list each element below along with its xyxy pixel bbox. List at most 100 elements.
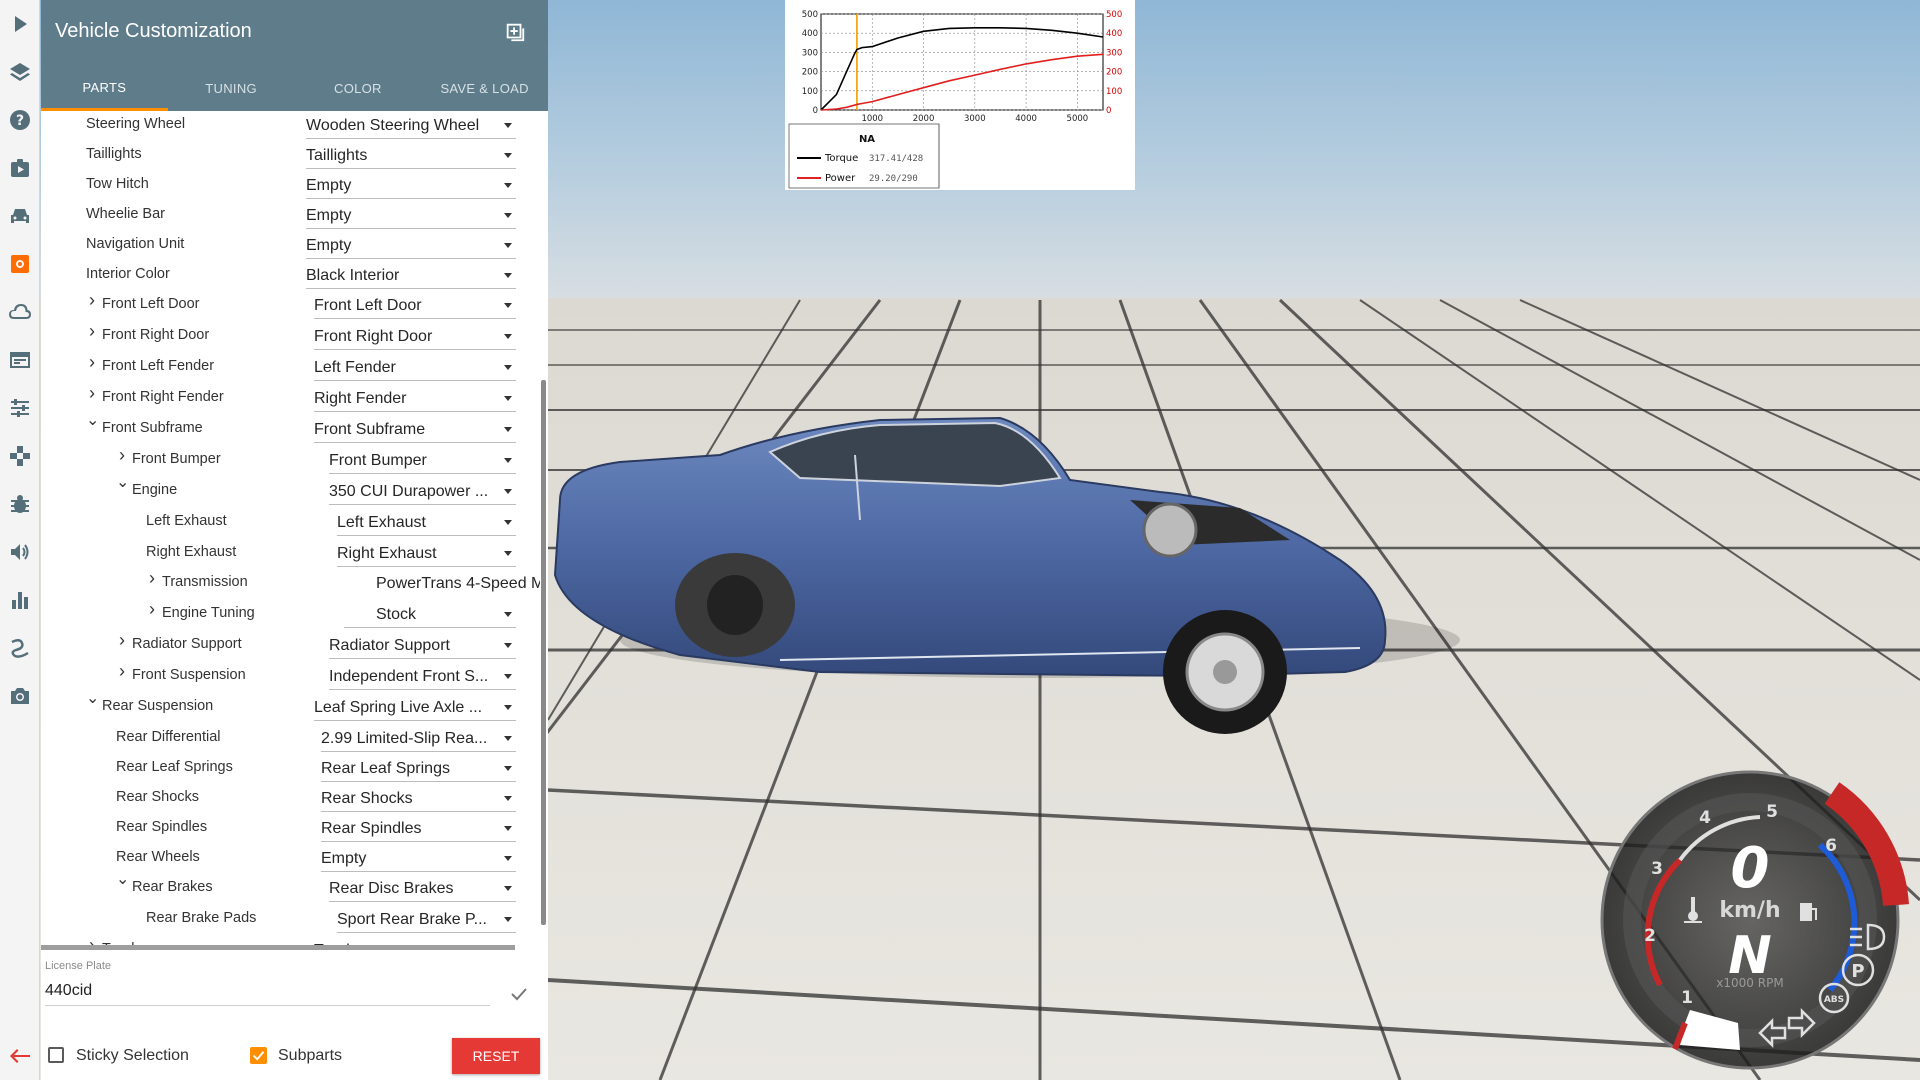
part-row-rear-spindles[interactable]: Rear Spindles Rear Spindles: [41, 814, 540, 844]
expand-chevron-icon[interactable]: ›: [86, 291, 98, 309]
sticky-selection-checkbox[interactable]: [48, 1047, 64, 1063]
part-row-taillights[interactable]: Taillights Taillights: [41, 141, 540, 171]
part-row-engine-tuning[interactable]: › Engine Tuning Stock: [41, 600, 540, 630]
volume-icon[interactable]: [0, 532, 40, 572]
browser-icon[interactable]: [0, 340, 40, 380]
tab-save-load[interactable]: SAVE & LOAD: [421, 66, 548, 111]
part-row-front-right-fender[interactable]: › Front Right Fender Right Fender: [41, 384, 540, 414]
expand-chevron-icon[interactable]: ›: [86, 353, 98, 371]
part-name: Rear Brakes: [132, 879, 213, 895]
part-row-rear-brakes[interactable]: ⌄ Rear Brakes Rear Disc Brakes: [41, 872, 540, 904]
part-row-front-suspension[interactable]: › Front Suspension Independent Front S...: [41, 662, 540, 692]
part-select[interactable]: Independent Front S...: [329, 664, 516, 690]
expand-chevron-icon[interactable]: ›: [116, 662, 128, 680]
part-select[interactable]: Empty: [321, 846, 516, 872]
expand-chevron-icon[interactable]: ›: [116, 446, 128, 464]
collapse-chevron-icon[interactable]: ⌄: [86, 691, 99, 707]
part-select[interactable]: PowerTrans 4-Speed M: [344, 571, 540, 597]
part-select[interactable]: Wooden Steering Wheel: [306, 113, 516, 139]
part-select[interactable]: Leaf Spring Live Axle ...: [314, 695, 516, 721]
apply-check-icon[interactable]: [507, 982, 531, 1006]
part-row-right-exhaust[interactable]: Right Exhaust Right Exhaust: [41, 539, 540, 569]
tab-color[interactable]: COLOR: [295, 66, 422, 111]
part-row-front-left-door[interactable]: › Front Left Door Front Left Door: [41, 291, 540, 321]
help-icon[interactable]: ?: [0, 100, 40, 140]
part-select[interactable]: Rear Disc Brakes: [329, 876, 516, 902]
back-arrow-icon[interactable]: [0, 1036, 40, 1076]
license-plate-input[interactable]: 440cid: [45, 978, 490, 1006]
tab-tuning[interactable]: TUNING: [168, 66, 295, 111]
part-select[interactable]: Empty: [306, 233, 516, 259]
part-row-navigation-unit[interactable]: Navigation Unit Empty: [41, 231, 540, 261]
tune-icon[interactable]: [0, 388, 40, 428]
bug-icon[interactable]: [0, 484, 40, 524]
part-select[interactable]: Radiator Support: [329, 633, 516, 659]
part-row-front-bumper[interactable]: › Front Bumper Front Bumper: [41, 446, 540, 476]
part-select[interactable]: Front Bumper: [329, 448, 516, 474]
part-select-value: 350 CUI Durapower ...: [329, 483, 489, 500]
part-row-engine[interactable]: ⌄ Engine 350 CUI Durapower ...: [41, 475, 540, 507]
part-row-rear-shocks[interactable]: Rear Shocks Rear Shocks: [41, 784, 540, 814]
layers-icon[interactable]: [0, 52, 40, 92]
part-row-left-exhaust[interactable]: Left Exhaust Left Exhaust: [41, 508, 540, 538]
part-row-radiator-support[interactable]: › Radiator Support Radiator Support: [41, 631, 540, 661]
part-select-value: Independent Front S...: [329, 668, 489, 685]
collapse-chevron-icon[interactable]: ⌄: [86, 413, 99, 429]
vehicle-icon[interactable]: [0, 196, 40, 236]
part-row-rear-leaf-springs[interactable]: Rear Leaf Springs Rear Leaf Springs: [41, 754, 540, 784]
add-window-icon[interactable]: [501, 18, 529, 46]
reset-button[interactable]: RESET: [452, 1038, 540, 1074]
stats-icon[interactable]: [0, 580, 40, 620]
part-select[interactable]: Sport Rear Brake P...: [337, 907, 516, 933]
part-select[interactable]: Front Subframe: [314, 417, 516, 443]
part-select[interactable]: Left Fender: [314, 355, 516, 381]
controls-icon[interactable]: [0, 436, 40, 476]
part-row-rear-brake-pads[interactable]: Rear Brake Pads Sport Rear Brake P...: [41, 905, 540, 935]
part-select[interactable]: Right Exhaust: [337, 541, 516, 567]
part-row-front-left-fender[interactable]: › Front Left Fender Left Fender: [41, 353, 540, 383]
collapse-chevron-icon[interactable]: ⌄: [116, 475, 129, 491]
parts-tree-horizontal-scrollbar[interactable]: [41, 945, 515, 950]
collapse-chevron-icon[interactable]: ⌄: [116, 872, 129, 888]
part-row-wheelie-bar[interactable]: Wheelie Bar Empty: [41, 201, 540, 231]
expand-chevron-icon[interactable]: ›: [86, 322, 98, 340]
tab-parts[interactable]: PARTS: [41, 66, 168, 111]
subparts-checkbox[interactable]: [250, 1047, 267, 1064]
part-select[interactable]: Right Fender: [314, 386, 516, 412]
expand-chevron-icon[interactable]: ›: [146, 600, 158, 618]
part-row-tow-hitch[interactable]: Tow Hitch Empty: [41, 171, 540, 201]
part-select[interactable]: Empty: [306, 173, 516, 199]
part-select-value: Taillights: [306, 147, 368, 164]
part-select[interactable]: Left Exhaust: [337, 510, 516, 536]
route-icon[interactable]: [0, 628, 40, 668]
expand-chevron-icon[interactable]: ›: [146, 569, 158, 587]
part-select[interactable]: Rear Shocks: [321, 786, 516, 812]
part-select[interactable]: Rear Spindles: [321, 816, 516, 842]
part-row-rear-suspension[interactable]: ⌄ Rear Suspension Leaf Spring Live Axle ..…: [41, 691, 540, 723]
part-select[interactable]: 2.99 Limited-Slip Rea...: [321, 726, 516, 752]
cloud-icon[interactable]: [0, 292, 40, 332]
scenario-icon[interactable]: [0, 148, 40, 188]
expand-chevron-icon[interactable]: ›: [116, 631, 128, 649]
customize-icon[interactable]: [0, 244, 40, 284]
part-select[interactable]: Front Right Door: [314, 324, 516, 350]
part-select[interactable]: Front Left Door: [314, 293, 516, 319]
part-row-rear-wheels[interactable]: Rear Wheels Empty: [41, 844, 540, 874]
expand-chevron-icon[interactable]: ›: [86, 384, 98, 402]
parts-tree-scrollbar[interactable]: [541, 380, 546, 925]
part-row-transmission[interactable]: › Transmission PowerTrans 4-Speed M: [41, 569, 540, 599]
camera-icon[interactable]: [0, 676, 40, 716]
part-select[interactable]: Empty: [306, 203, 516, 229]
part-name: Rear Differential: [116, 729, 221, 745]
part-select[interactable]: Taillights: [306, 143, 516, 169]
part-row-front-subframe[interactable]: ⌄ Front Subframe Front Subframe: [41, 413, 540, 445]
part-select[interactable]: Rear Leaf Springs: [321, 756, 516, 782]
part-select[interactable]: 350 CUI Durapower ...: [329, 479, 516, 505]
part-select[interactable]: Black Interior: [306, 263, 516, 289]
play-icon[interactable]: [0, 4, 40, 44]
part-select[interactable]: Stock: [344, 602, 516, 628]
part-row-interior-color[interactable]: Interior Color Black Interior: [41, 261, 540, 291]
part-row-steering-wheel[interactable]: Steering Wheel Wooden Steering Wheel: [41, 111, 540, 141]
part-row-front-right-door[interactable]: › Front Right Door Front Right Door: [41, 322, 540, 352]
part-row-rear-differential[interactable]: Rear Differential 2.99 Limited-Slip Rea..…: [41, 724, 540, 754]
